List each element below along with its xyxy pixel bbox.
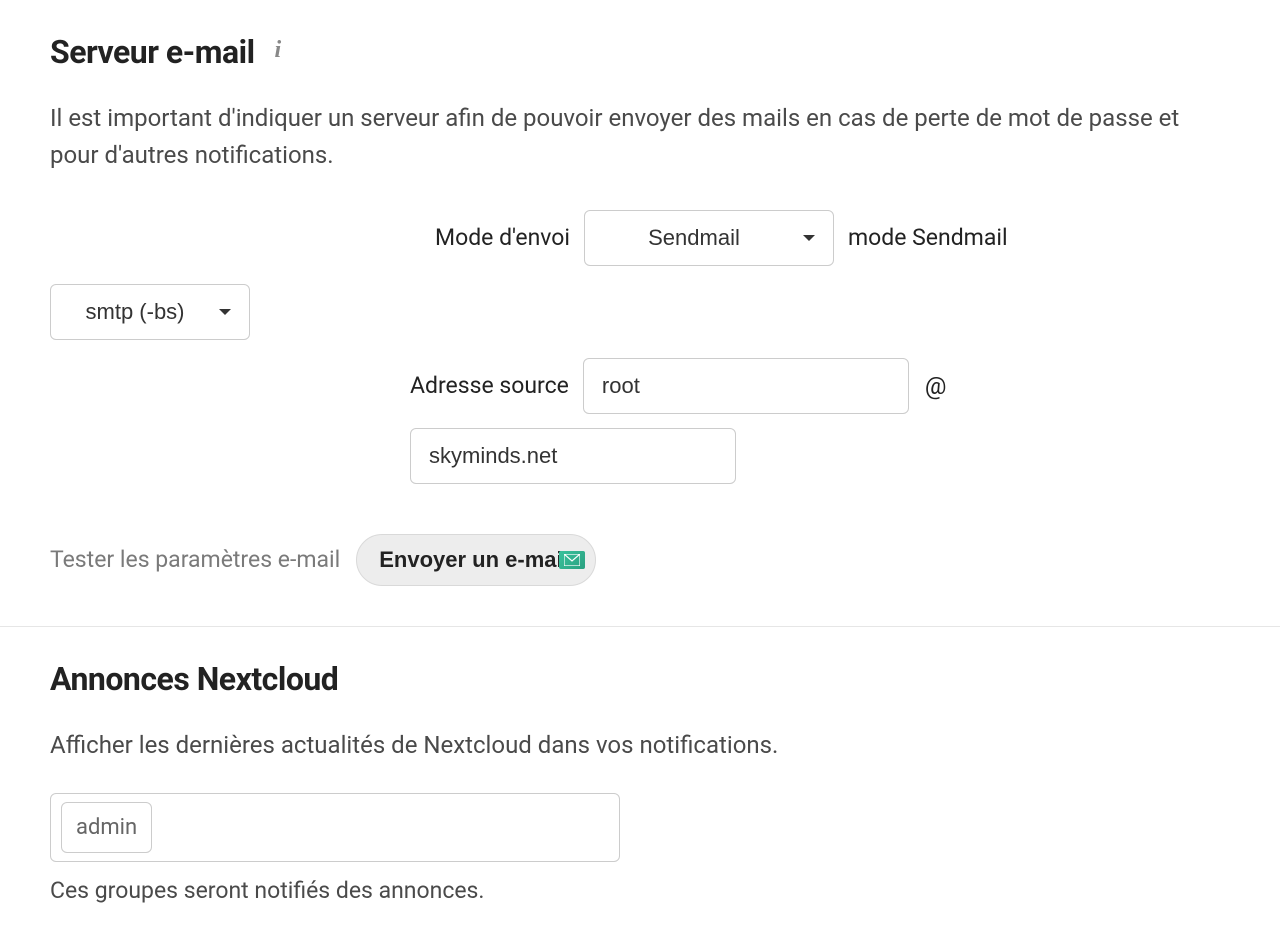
announcements-description: Afficher les dernières actualités de Nex… [50, 727, 1230, 763]
at-symbol: @ [923, 368, 949, 404]
sendmail-mode-select-wrap: smtp (-bs) [50, 284, 250, 340]
send-mode-row: Mode d'envoi Sendmail mode Sendmail [435, 210, 1230, 266]
section-title-announcements: Annonces Nextcloud [50, 655, 1230, 703]
send-email-button[interactable]: Envoyer un e-mail [356, 534, 596, 586]
send-mode-label: Mode d'envoi [435, 221, 570, 256]
send-mode-suffix: mode Sendmail [848, 221, 1008, 256]
send-mode-select-wrap: Sendmail [584, 210, 834, 266]
info-icon[interactable]: i [275, 32, 282, 68]
test-email-row: Tester les paramètres e-mail Envoyer un … [50, 534, 1230, 586]
sendmail-mode-select[interactable]: smtp (-bs) [50, 284, 250, 340]
send-email-button-label: Envoyer un e-mail [379, 547, 569, 573]
source-address-label: Adresse source [410, 369, 569, 404]
source-user-input[interactable] [583, 358, 909, 414]
section-title-email: Serveur e-mail [50, 28, 255, 76]
source-address-row: Adresse source @ [410, 358, 1230, 484]
mail-icon [559, 551, 585, 569]
sendmail-mode-row: smtp (-bs) [50, 284, 1230, 340]
send-mode-select[interactable]: Sendmail [584, 210, 834, 266]
test-email-label: Tester les paramètres e-mail [50, 543, 340, 578]
group-tag[interactable]: admin [61, 802, 152, 853]
email-description: Il est important d'indiquer un serveur a… [50, 100, 1210, 174]
groups-tag-input[interactable]: admin [50, 793, 620, 862]
announcements-section: Annonces Nextcloud Afficher les dernière… [0, 626, 1280, 949]
source-domain-input[interactable] [410, 428, 736, 484]
email-server-section: Serveur e-mail i Il est important d'indi… [0, 0, 1280, 626]
groups-helper-text: Ces groupes seront notifiés des annonces… [50, 874, 1230, 909]
